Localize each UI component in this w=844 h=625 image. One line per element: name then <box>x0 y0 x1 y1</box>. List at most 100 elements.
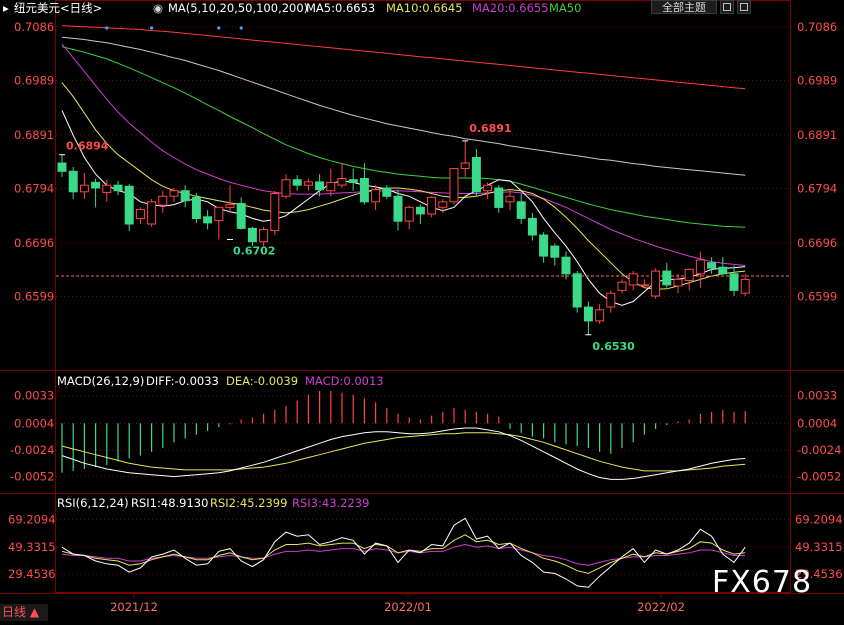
macd-title: MACD(26,12,9) <box>57 374 144 388</box>
macd-legend: MACD(26,12,9) DIFF:-0.0033 DEA:-0.0039 M… <box>57 374 384 388</box>
candle-body-down <box>662 270 672 286</box>
rsi-title: RSI(6,12,24) <box>57 496 129 510</box>
ma10-value: MA10:0.6645 <box>386 1 463 15</box>
chevron-icon[interactable]: ▸ <box>3 1 9 15</box>
candle-body-up <box>337 178 347 186</box>
candle-body-up <box>371 189 381 203</box>
price-tick-label-right: 0.6696 <box>797 236 837 250</box>
price-axis-right: 0.7086 0.6989 0.6891 0.6794 0.6696 0.6599 <box>797 20 837 304</box>
candle <box>505 190 515 211</box>
window-restore-button[interactable] <box>720 0 734 14</box>
candle <box>135 207 145 224</box>
candle <box>225 185 235 213</box>
macd-tick-label-right: 0.0033 <box>797 389 837 403</box>
candle-body-up <box>326 181 336 192</box>
rsi-legend: RSI(6,12,24) RSI1:48.9130 RSI2:45.2399 R… <box>57 496 369 510</box>
candle-body-up <box>460 162 470 169</box>
macd-tick-label-right: -0.0024 <box>797 443 841 457</box>
candle-body-down <box>292 179 302 186</box>
candle-body-down <box>707 262 717 269</box>
candle <box>483 182 493 200</box>
window-maximize-button[interactable] <box>737 0 751 14</box>
annotation-label-high1: 0.6894 <box>66 140 109 153</box>
macd-histogram <box>61 390 746 473</box>
candle <box>427 196 437 218</box>
indicator-gear-icon[interactable]: ◉ <box>153 1 163 15</box>
price-tick-label-left: 0.7086 <box>14 20 54 34</box>
candle <box>91 178 101 208</box>
event-dot <box>239 26 243 30</box>
candle-body-up <box>483 184 493 192</box>
candle-body-down <box>583 306 593 322</box>
candle-body-up <box>651 270 661 297</box>
rsi1-line <box>61 517 746 588</box>
price-tick-label-right: 0.6794 <box>797 182 837 196</box>
candle-body-down <box>113 184 123 192</box>
timeframe-selector[interactable]: 日线 ▲ <box>0 604 48 621</box>
candle-body-down <box>572 273 582 308</box>
candle <box>236 197 246 230</box>
candle <box>729 265 739 296</box>
candle <box>303 178 313 191</box>
ma50-label: MA50 <box>549 1 581 15</box>
ma5-value: MA5:0.6653 <box>306 1 375 15</box>
candle <box>79 173 89 200</box>
theme-selector-button[interactable]: 全部主题 <box>651 0 717 14</box>
candle <box>191 192 201 223</box>
candle <box>326 168 336 197</box>
candlesticks[interactable] <box>57 140 750 335</box>
macd-tick-label-left: -0.0024 <box>10 443 54 457</box>
chart-svg[interactable]: 0.7086 0.6989 0.6891 0.6794 0.6696 0.6599 0.7… <box>0 0 844 621</box>
candle <box>606 290 616 313</box>
candle-body-down <box>393 195 403 222</box>
rsi2-value: RSI2:45.2399 <box>210 496 287 510</box>
candle <box>628 271 638 291</box>
candle <box>247 226 257 247</box>
candle-body-up <box>449 168 459 203</box>
time-tick-label: 2022/02 <box>637 600 685 614</box>
candle-body-up <box>740 278 750 294</box>
candle-body-down <box>561 256 571 275</box>
price-tick-label-left: 0.6891 <box>14 128 54 142</box>
candle-body-down <box>729 273 739 291</box>
candle <box>203 210 213 230</box>
macd-tick-label-left: 0.0004 <box>14 416 54 430</box>
candle <box>527 212 537 241</box>
candle <box>393 189 403 231</box>
candle-body-up <box>684 268 694 281</box>
candle-body-down <box>315 181 325 191</box>
macd-diff-line <box>61 427 746 480</box>
rsi2-line <box>61 534 746 574</box>
candle-body-up <box>427 196 437 215</box>
rsi-axis-left: 69.2094 49.3315 29.4536 <box>8 512 56 581</box>
macd-tick-label-left: -0.0052 <box>10 470 54 484</box>
price-tick-label-right: 0.7086 <box>797 20 837 34</box>
rsi-tick-label-left: 29.4536 <box>8 567 56 581</box>
macd-dea-value: DEA:-0.0039 <box>226 374 298 388</box>
candle <box>460 140 470 177</box>
event-dot <box>105 26 109 30</box>
candle-body-down <box>718 266 728 275</box>
candle <box>158 190 168 213</box>
candle <box>684 268 694 291</box>
price-tick-label-right: 0.6599 <box>797 290 837 304</box>
moving-average-lines <box>61 25 746 306</box>
macd-tick-label-left: 0.0033 <box>14 389 54 403</box>
macd-lines <box>61 427 746 480</box>
maximize-icon <box>740 3 748 11</box>
macd-value: MACD:0.0013 <box>305 374 384 388</box>
ma20-line <box>61 43 746 266</box>
candle-body-down <box>550 245 560 258</box>
candle-body-down <box>203 216 213 224</box>
symbol-title[interactable]: 纽元美元<日线> <box>14 1 102 15</box>
candle-body-down <box>516 201 526 219</box>
candle <box>348 168 358 191</box>
candle-body-up <box>438 201 448 208</box>
candle-body-down <box>68 170 78 193</box>
event-dot <box>217 26 221 30</box>
rsi-tick-label-left: 69.2094 <box>8 512 56 526</box>
price-axis-left: 0.7086 0.6989 0.6891 0.6794 0.6696 0.6599 <box>14 20 54 304</box>
candle <box>539 232 549 263</box>
candle <box>438 199 448 213</box>
candle <box>740 273 750 296</box>
